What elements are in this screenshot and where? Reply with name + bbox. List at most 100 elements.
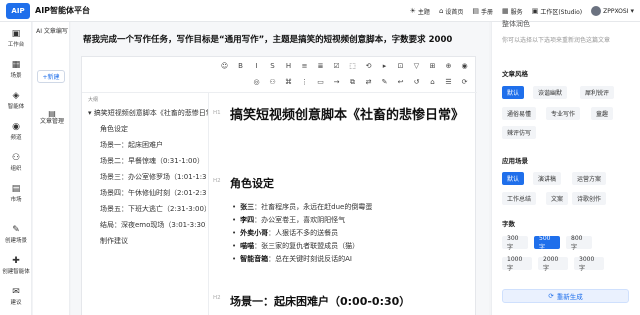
style-chip[interactable]: 默认 [502,86,524,99]
sidebar-item-label: 组织 [10,166,22,172]
count-chip[interactable]: 800字 [566,235,592,251]
scene-chip[interactable]: 演讲稿 [533,172,562,185]
section-heading: 角色设定 [230,177,274,190]
sidebar-item-scene[interactable]: ▦ 场景 [0,60,32,79]
quote-icon[interactable]: ⬚ [348,62,357,70]
edit-icon[interactable]: ✎ [380,78,389,87]
people-icon[interactable]: ⚇ [268,78,277,87]
set-home-button[interactable]: ⌂ 设首页 [439,7,463,16]
section-heading: 场景一：起床困难户（0:00-0:30） [230,295,411,308]
manual-label: 手册 [481,8,494,16]
document-content[interactable]: H1 搞笑短视频创意脚本《社畜的悲惨日常》 H2 角色设定 张三：社畜程序员，永… [210,93,476,315]
h2-marker: H2 [213,178,221,184]
character-name: 张三 [240,203,255,211]
toolbar-row-2: ◎ ⚇ ⌘ ⋮ ▭ → ⧉ ⇄ ✎ ↩ ↺ ⌂ ☰ ⟳ [252,78,469,87]
sidebar-item-topic[interactable]: ◉ 频道 [0,122,32,141]
scene-chip[interactable]: 默认 [502,172,524,185]
new-article-button[interactable]: +新建 [37,70,65,83]
undo-icon[interactable]: ⟲ [364,62,373,70]
count-chip[interactable]: 1000字 [502,256,532,272]
style-chip[interactable]: 辣评仿写 [502,126,537,139]
target-icon[interactable]: ◎ [252,78,261,87]
outline-item[interactable]: ▾ 搞笑短视频创意脚本《社畜的悲惨日常》 [88,108,208,118]
style-chip[interactable]: 通俗易懂 [502,107,537,120]
emoji-icon[interactable]: ☺ [220,62,229,70]
character-desc: ：社畜程序员，永远在赶due的倒霉蛋 [254,203,373,211]
sidebar-item-org[interactable]: ⚇ 组织 [0,153,32,172]
scene-chip[interactable]: 工作总结 [502,192,537,205]
sidebar-item-suggest[interactable]: ✉ 建议 [0,287,32,306]
redo-icon[interactable]: ↺ [412,78,421,87]
h1-marker: H1 [213,110,221,116]
style-chip[interactable]: 童趣 [591,107,614,120]
character-list: 张三：社畜程序员，永远在赶due的倒霉蛋 李四：办公室卷王，喜欢阴阳怪气 外卖小… [232,201,372,266]
create-agent-icon: ✚ [12,256,20,266]
agent-icon: ◈ [12,91,20,101]
chevron-down-icon: ▾ [630,7,634,15]
count-chip[interactable]: 2000字 [538,256,568,272]
play-icon[interactable]: ▸ [380,62,389,70]
sidebar-item-agent[interactable]: ◈ 智能体 [0,91,32,110]
scene-chip[interactable]: 诗歌创作 [572,192,607,205]
studio-button[interactable]: ▣ 工作区(Studio) [532,7,582,16]
sidebar-item-workbench[interactable]: ▣ 工作台 [0,29,32,48]
menu-icon[interactable]: ☰ [444,78,453,87]
list-icon[interactable]: ≡ [300,62,309,70]
filter-icon[interactable]: ▽ [412,62,421,70]
home2-icon[interactable]: ⌂ [428,78,437,87]
outline-item[interactable]: 场景二：早餐惊魂（0:31-1:00） [100,156,206,166]
table-icon[interactable]: ⊞ [428,62,437,70]
swap-icon[interactable]: ⇄ [364,78,373,87]
style-chip[interactable]: 犀利锐评 [580,86,615,99]
count-chip[interactable]: 3000字 [574,256,604,272]
sidebar-item-market[interactable]: ▤ 市场 [0,184,32,203]
regenerate-button[interactable]: ⟳ 重新生成 [502,289,629,303]
sidebar-item-create-scene[interactable]: ✎ 创建场景 [0,225,32,244]
code-icon[interactable]: ⊡ [396,62,405,70]
outline-item[interactable]: 场景三：办公室修罗场（1:01-1:30） [100,172,206,182]
count-label: 字数 [502,220,515,228]
app-logo[interactable]: AIP [6,2,30,19]
outline-item[interactable]: 角色设定 [100,124,220,134]
strikethrough-icon[interactable]: S [268,62,277,70]
more-icon[interactable]: ⋮ [300,78,309,87]
manual-button[interactable]: ▤ 手册 [472,7,493,16]
polish-panel: 整体润色 你可以选择以下选项来重新润色这篇文章 文章风格 默认 诙谐幽默 犀利锐… [491,20,640,315]
ai-article-item[interactable]: AI 文章编写 [36,28,68,36]
italic-icon[interactable]: I [252,62,261,70]
heading-icon[interactable]: H [284,62,293,70]
theme-button[interactable]: ☀ 主题 [410,7,430,16]
article-sidebar: AI 文章编写 +新建 ▤ 文章管理 [33,22,70,315]
user-menu[interactable]: ZPPXOSI ▾ [591,6,634,16]
scene-chip[interactable]: 文案 [546,192,569,205]
add-icon[interactable]: ⊕ [444,62,453,70]
outline-item[interactable]: 场景五：下班大逃亡（2:31-3:00） [100,204,206,214]
character-name: 外卖小哥 [240,229,269,237]
bold-icon[interactable]: B [236,62,245,70]
article-manage-icon: ▤ [48,109,56,118]
ordered-list-icon[interactable]: ≣ [316,62,325,70]
record-icon[interactable]: ◉ [460,62,469,70]
count-chip[interactable]: 500字 [534,235,560,251]
outline-item[interactable]: 制作建议 [100,236,220,246]
style-chip[interactable]: 专业写作 [546,107,581,120]
count-chip[interactable]: 300字 [502,235,528,251]
outline-item[interactable]: 场景四：午休修仙时刻（2:01-2:30） [100,188,206,198]
sidebar-item-create-agent[interactable]: ✚ 创建智能体 [0,256,32,275]
article-manage-item[interactable]: ▤ 文章管理 [36,110,68,126]
style-label: 文章风格 [502,70,528,78]
undo2-icon[interactable]: ↩ [396,78,405,87]
scene-icon: ▦ [11,60,21,70]
refresh-icon[interactable]: ⟳ [460,78,469,87]
scene-chip[interactable]: 运营方案 [572,172,607,185]
outline-item[interactable]: 结局：深夜emo现场（3:01-3:30） [100,220,206,230]
service-button[interactable]: ▦ 服务 [502,7,523,16]
manual-icon: ▤ [472,7,480,15]
outline-item[interactable]: 场景一：起床困难户 [100,140,206,150]
style-chip[interactable]: 诙谐幽默 [533,86,568,99]
copy-icon[interactable]: ⧉ [348,78,357,87]
arrow-icon[interactable]: → [332,78,341,87]
frame-icon[interactable]: ▭ [316,78,325,87]
command-icon[interactable]: ⌘ [284,78,293,87]
checklist-icon[interactable]: ☑ [332,62,341,70]
